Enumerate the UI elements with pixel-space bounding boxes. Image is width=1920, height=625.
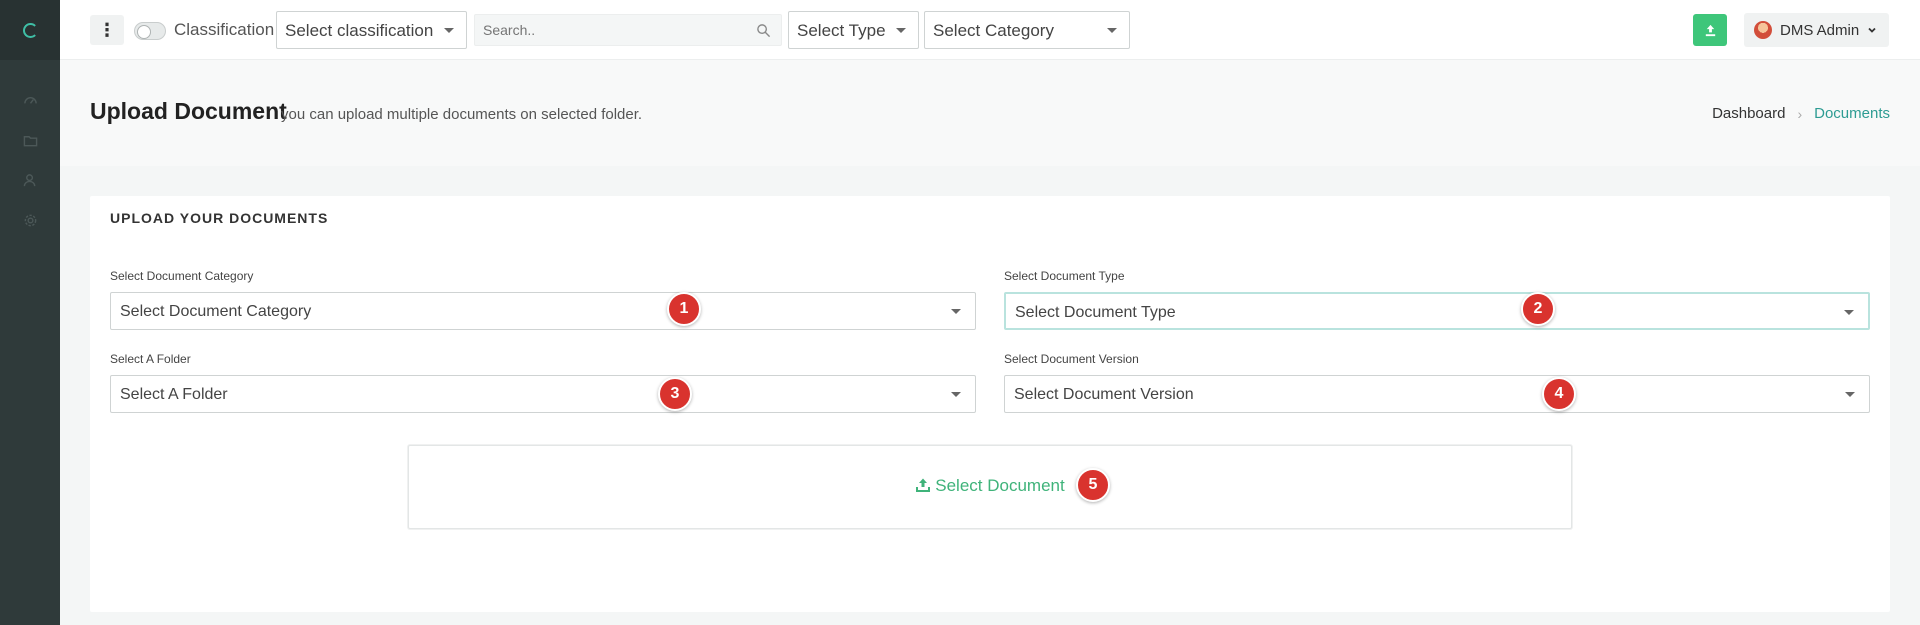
classification-select[interactable]: Select classification [276, 11, 467, 49]
classification-toggle-label: Classification [174, 20, 275, 39]
step-badge-1: 1 [667, 292, 701, 326]
category-select-value: Select Category [933, 21, 1054, 40]
select-document-button[interactable]: Select Document [409, 476, 1571, 496]
document-type-select[interactable]: Select Document Type [1004, 292, 1870, 330]
card-title: UPLOAD YOUR DOCUMENTS [110, 210, 329, 226]
chevron-right-icon: › [1797, 105, 1803, 122]
search-icon[interactable] [756, 23, 771, 38]
classification-select-value: Select classification [285, 21, 434, 40]
version-field-label: Select Document Version [1004, 352, 1139, 366]
sidebar [0, 0, 60, 625]
document-version-select[interactable]: Select Document Version [1004, 375, 1870, 413]
chevron-down-icon [1107, 28, 1117, 33]
breadcrumb-documents[interactable]: Documents [1814, 105, 1890, 122]
search-box [474, 14, 782, 46]
document-category-value: Select Document Category [120, 303, 312, 320]
category-field-label: Select Document Category [110, 269, 254, 283]
type-select-value: Select Type [797, 21, 886, 40]
type-select[interactable]: Select Type [788, 11, 919, 49]
folder-select[interactable]: Select A Folder [110, 375, 976, 413]
chevron-down-icon [896, 28, 906, 33]
chevron-down-icon [1844, 310, 1854, 315]
dashboard-icon[interactable] [21, 91, 39, 109]
user-menu-button[interactable]: DMS Admin [1744, 13, 1889, 47]
upload-button[interactable] [1693, 14, 1727, 46]
more-menu-button[interactable]: ⋮ [90, 15, 124, 45]
upload-card: UPLOAD YOUR DOCUMENTS Select Document Ca… [90, 196, 1890, 612]
document-version-value: Select Document Version [1014, 386, 1194, 403]
select-document-label: Select Document [935, 476, 1065, 495]
search-input[interactable] [475, 15, 781, 45]
classification-toggle[interactable] [134, 22, 166, 40]
upload-icon [916, 478, 931, 492]
gear-icon[interactable] [21, 211, 39, 229]
document-type-value: Select Document Type [1015, 304, 1176, 321]
chevron-down-icon [951, 392, 961, 397]
page-title: Upload Document [90, 98, 287, 124]
folder-field-label: Select A Folder [110, 352, 191, 366]
step-badge-3: 3 [658, 377, 692, 411]
user-name: DMS Admin [1780, 21, 1860, 39]
breadcrumb: Dashboard › Documents [1712, 105, 1890, 122]
step-badge-5: 5 [1076, 468, 1110, 502]
page-subtitle: you can upload multiple documents on sel… [281, 106, 643, 123]
document-dropzone[interactable]: Select Document [408, 445, 1572, 529]
page-header: Upload Document you can upload multiple … [60, 60, 1920, 166]
chevron-down-icon [1868, 27, 1876, 33]
logo-icon[interactable] [0, 0, 60, 60]
step-badge-4: 4 [1542, 377, 1576, 411]
breadcrumb-dashboard[interactable]: Dashboard [1712, 105, 1785, 122]
chevron-down-icon [444, 28, 454, 33]
chevron-down-icon [951, 309, 961, 314]
topbar: ⋮ Classification Select classification S… [60, 0, 1920, 60]
folder-icon[interactable] [21, 131, 39, 149]
category-select[interactable]: Select Category [924, 11, 1130, 49]
step-badge-2: 2 [1521, 292, 1555, 326]
document-category-select[interactable]: Select Document Category [110, 292, 976, 330]
type-field-label: Select Document Type [1004, 269, 1125, 283]
folder-value: Select A Folder [120, 386, 228, 403]
avatar [1754, 21, 1772, 39]
users-icon[interactable] [21, 171, 39, 189]
upload-icon [1705, 24, 1715, 36]
chevron-down-icon [1845, 392, 1855, 397]
